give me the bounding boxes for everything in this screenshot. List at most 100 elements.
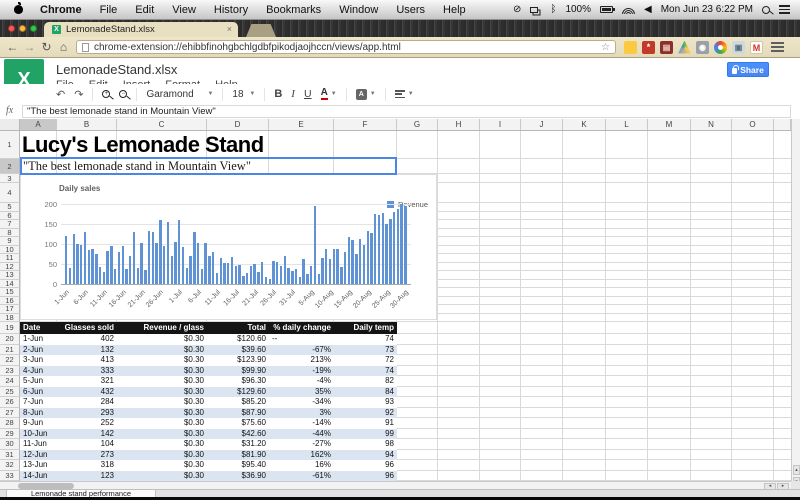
text-color-button[interactable]: A ▼ [320,88,337,100]
column-header-A[interactable]: A [20,119,57,130]
share-button[interactable]: Share [727,62,769,77]
column-header-I[interactable]: I [480,119,521,130]
column-header-C[interactable]: C [117,119,207,130]
row-header-30[interactable]: 30 [0,439,20,450]
undo-button[interactable]: ↶ [56,88,65,101]
horizontal-scrollbar[interactable]: ◂ ▸ [0,481,791,490]
row-header-22[interactable]: 22 [0,355,20,366]
minimize-window-button[interactable] [19,25,26,32]
row-header-23[interactable]: 23 [0,365,20,376]
italic-button[interactable]: I [291,88,295,100]
battery-icon[interactable] [600,6,616,13]
select-all-corner[interactable] [0,119,20,131]
font-select[interactable]: Garamond ▼ [146,89,213,100]
column-header-G[interactable]: G [397,119,438,130]
menubar-item-history[interactable]: History [205,4,257,16]
align-button[interactable]: ▼ [394,90,414,98]
extension-gray-icon[interactable]: ◉ [696,40,709,54]
column-header-J[interactable]: J [521,119,563,130]
row-header-21[interactable]: 21 [0,344,20,355]
row-header-19[interactable]: 19 [0,322,20,334]
row-header-20[interactable]: 20 [0,334,20,345]
table-row: 5-Jun 321 $0.30 $96.30 -4% 82 [20,376,397,387]
column-header-E[interactable]: E [269,119,334,130]
row-header-29[interactable]: 29 [0,428,20,439]
forward-button[interactable]: → [21,40,38,54]
scroll-up-arrow[interactable]: ▴ [793,465,800,475]
new-tab-button[interactable] [246,24,276,37]
chart-bar [87,249,90,284]
column-header-D[interactable]: D [207,119,269,130]
extension-book-icon[interactable]: ▤ [660,40,673,54]
menubar-clock[interactable]: Mon Jun 23 6:22 PM [661,4,753,15]
menubar-item-edit[interactable]: Edit [126,4,163,16]
extension-yellow-icon[interactable] [624,40,637,54]
font-size-select[interactable]: 18 ▼ [232,89,255,100]
home-button[interactable]: ⌂ [55,40,72,54]
tab-close-icon[interactable]: × [227,25,232,34]
chrome-menu-icon[interactable] [771,42,784,52]
row-header-31[interactable]: 31 [0,449,20,460]
bold-button[interactable]: B [274,88,282,100]
zoom-in-icon[interactable] [102,90,111,98]
row-header-26[interactable]: 26 [0,397,20,408]
row-header-24[interactable]: 24 [0,376,20,387]
table-cell: $0.30 [183,449,204,459]
wifi-icon[interactable] [622,5,636,14]
menubar-item-chrome[interactable]: Chrome [31,4,91,16]
volume-icon[interactable]: ◀ [644,4,652,15]
menubar-item-bookmarks[interactable]: Bookmarks [257,4,330,16]
close-window-button[interactable] [8,25,15,32]
column-header-N[interactable]: N [691,119,732,130]
column-header-M[interactable]: M [648,119,691,130]
column-header-B[interactable]: B [57,119,117,130]
row-header-28[interactable]: 28 [0,418,20,429]
gmail-icon[interactable]: M [750,40,763,54]
row-header-3[interactable]: 3 [0,174,20,183]
column-header-H[interactable]: H [438,119,480,130]
extension-red-star-icon[interactable]: * [642,40,655,54]
row-header-27[interactable]: 27 [0,407,20,418]
photos-icon[interactable] [714,40,727,54]
row-header-4[interactable]: 4 [0,183,20,203]
displays-icon[interactable] [530,6,539,13]
vertical-scrollbar[interactable]: ▴ ▾ [791,119,800,489]
fill-color-button[interactable]: A ▼ [355,88,376,100]
zoom-out-icon[interactable] [119,90,128,98]
back-button[interactable]: ← [4,40,21,54]
row-header-25[interactable]: 25 [0,386,20,397]
row-header-2[interactable]: 2 [0,159,20,174]
column-header-F[interactable]: F [334,119,397,130]
screenshare-icon[interactable]: ▣ [732,40,745,54]
menubar-item-window[interactable]: Window [330,4,387,16]
row-header-1[interactable]: 1 [0,131,20,159]
bookmark-star-icon[interactable]: ☆ [601,42,610,53]
drive-icon[interactable] [678,40,691,54]
cell-a1-title[interactable]: Lucy's Lemonade Stand [22,131,264,159]
menubar-item-users[interactable]: Users [387,4,434,16]
redo-button[interactable]: ↷ [74,88,83,101]
zoom-window-button[interactable] [30,25,37,32]
row-header-32[interactable]: 32 [0,460,20,471]
url-field[interactable]: chrome-extension://ehibbfinohgbchlgdbfpi… [76,40,616,54]
menubar-item-help[interactable]: Help [434,4,475,16]
formula-input[interactable]: "The best lemonade stand in Mountain Vie… [22,104,791,118]
menubar-item-view[interactable]: View [163,4,205,16]
spotlight-icon[interactable] [762,5,770,14]
daily-sales-chart[interactable]: Daily sales Revenue 0 50 100 150 200 1-Jun 6-J… [20,174,437,320]
apple-icon[interactable] [14,2,23,14]
underline-button[interactable]: U [304,88,312,100]
notification-center-icon[interactable] [779,5,790,14]
chart-ytick-label: 150 [44,219,57,229]
column-header-O[interactable]: O [732,119,774,130]
document-title[interactable]: LemonadeStand.xlsx [56,62,177,77]
menubar-item-file[interactable]: File [91,4,127,16]
row-header-33[interactable]: 33 [0,470,20,481]
row-header-18[interactable]: 18 [0,313,20,322]
time-machine-icon[interactable]: ⊘ [513,4,521,15]
reload-button[interactable]: ↻ [38,40,55,54]
column-header-K[interactable]: K [563,119,606,130]
bluetooth-icon[interactable]: ᛒ [550,4,556,15]
browser-tab[interactable]: X LemonadeStand.xlsx × [44,22,238,37]
column-header-L[interactable]: L [606,119,648,130]
